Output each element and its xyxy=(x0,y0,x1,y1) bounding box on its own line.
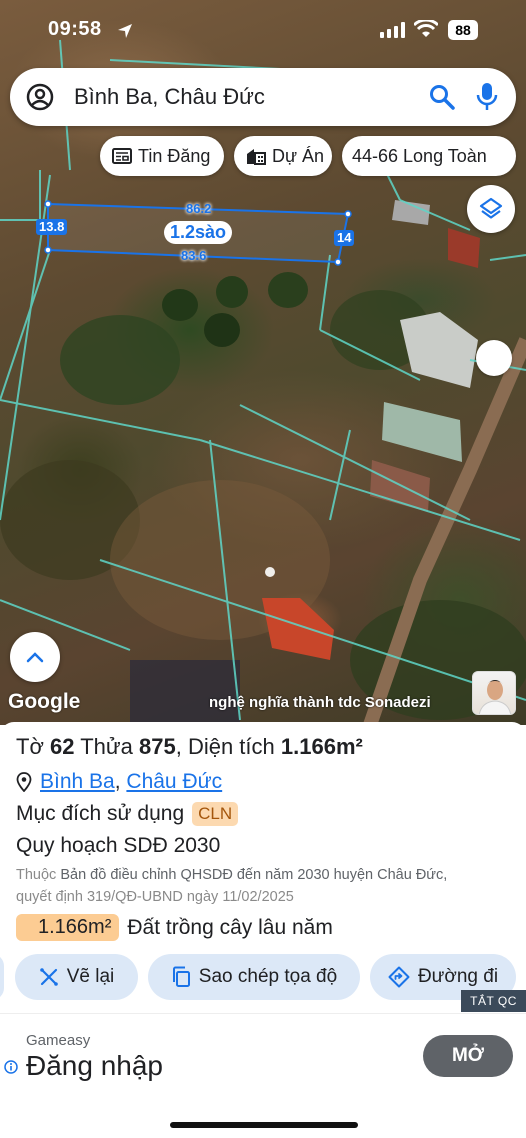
parcel-area-label: 1.2sào xyxy=(164,221,233,244)
copy-coordinates-button[interactable]: Sao chép tọa độ xyxy=(148,954,360,1000)
thua-label: Thửa xyxy=(80,734,133,759)
chip-tin-dang[interactable]: Tin Đăng xyxy=(100,136,224,176)
home-indicator[interactable] xyxy=(170,1122,358,1128)
person-photo-icon xyxy=(478,680,512,714)
layers-icon xyxy=(479,197,503,219)
avatar[interactable] xyxy=(472,671,516,715)
land-type-label: Đất trồng cây lâu năm xyxy=(127,915,333,939)
battery-icon: 88 xyxy=(448,20,478,40)
area-label: Diện tích xyxy=(187,734,275,759)
ad-headline: Đăng nhập xyxy=(26,1050,164,1081)
parcel-location: Bình Ba , Châu Đức xyxy=(16,770,222,794)
to-label: Tờ xyxy=(16,734,44,759)
land-type-row: 1.166m² Đất trồng cây lâu năm xyxy=(16,914,333,941)
copy-coordinates-label: Sao chép tọa độ xyxy=(198,966,338,987)
measure-left: 13.8 xyxy=(36,219,68,235)
district-link[interactable]: Châu Đức xyxy=(126,770,222,794)
status-time: 09:58 xyxy=(48,18,102,40)
search-query[interactable]: Bình Ba, Châu Đức xyxy=(74,84,265,110)
chip-location[interactable]: 44-66 Long Toàn xyxy=(342,136,516,176)
chip-label: Dự Án xyxy=(272,145,325,166)
directions-icon xyxy=(388,966,410,988)
location-pin-icon xyxy=(16,772,32,792)
plan-description: Thuộc Bản đồ điều chỉnh QHSDĐ đến năm 20… xyxy=(16,864,526,908)
google-logo: Google xyxy=(8,690,81,713)
area-value: 1.166m² xyxy=(280,734,363,759)
measure-top: 86.2 xyxy=(186,201,212,216)
layers-button[interactable] xyxy=(467,185,515,233)
chevron-up-icon xyxy=(26,652,44,663)
expand-up-button[interactable] xyxy=(10,632,60,682)
newspaper-icon xyxy=(112,148,132,164)
measure-bottom: 83.6 xyxy=(181,248,207,263)
parcel-title: Tờ 62 Thửa 875, Diện tích 1.166m² xyxy=(16,734,363,759)
measure-right: 14 xyxy=(334,230,355,246)
ward-link[interactable]: Bình Ba xyxy=(40,770,115,794)
mic-icon[interactable] xyxy=(476,82,498,112)
action-bar: Vẽ lại Sao chép tọa độ Đường đi xyxy=(0,954,526,1000)
directions-label: Đường đi xyxy=(417,966,499,987)
chip-du-an[interactable]: Dự Án xyxy=(234,136,332,176)
search-bar[interactable]: Bình Ba, Châu Đức xyxy=(10,68,516,126)
status-bar: 09:58 88 xyxy=(0,14,526,50)
wifi-icon xyxy=(414,20,438,37)
to-value: 62 xyxy=(50,734,75,759)
ad-advertiser: Gameasy xyxy=(26,1032,91,1049)
plan-desc-main: Bản đồ điều chỉnh QHSDĐ đến năm 2030 huy… xyxy=(60,867,448,883)
purpose-label: Mục đích sử dụng xyxy=(16,802,185,825)
buildings-icon xyxy=(247,149,266,165)
scroll-handle[interactable] xyxy=(476,340,512,376)
land-area-badge: 1.166m² xyxy=(16,914,120,941)
copy-icon xyxy=(172,966,190,987)
plan-desc-prefix: Thuộc xyxy=(16,867,57,883)
plan-title: Quy hoạch SDĐ 2030 xyxy=(16,834,221,857)
ad-banner[interactable]: Gameasy Đăng nhập MỞ xyxy=(0,1013,526,1097)
cellular-signal-icon xyxy=(380,22,405,38)
purpose-code-badge: CLN xyxy=(192,802,239,826)
search-icon[interactable] xyxy=(428,83,456,111)
thua-value: 875 xyxy=(138,734,176,759)
redraw-icon xyxy=(39,968,58,986)
redraw-button[interactable]: Vẽ lại xyxy=(15,954,138,1000)
redraw-label: Vẽ lại xyxy=(66,966,115,987)
land-purpose: Mục đích sử dụng CLN xyxy=(16,802,239,826)
info-icon[interactable] xyxy=(4,1060,18,1074)
chip-label: 44-66 Long Toàn xyxy=(352,145,487,166)
chip-label: Tin Đăng xyxy=(138,145,211,166)
watermark-text: nghệ nghĩa thành tdc Sonadezi xyxy=(209,694,431,711)
ad-open-button[interactable]: MỞ xyxy=(423,1035,513,1077)
account-circle-icon[interactable] xyxy=(26,83,54,111)
action-button-partial[interactable] xyxy=(0,954,4,1000)
close-ads-button[interactable]: TẮT QC xyxy=(461,990,526,1012)
location-arrow-icon xyxy=(118,24,132,38)
plan-desc-decision: quyết định 319/QĐ-UBND ngày 11/02/2025 xyxy=(16,889,294,905)
